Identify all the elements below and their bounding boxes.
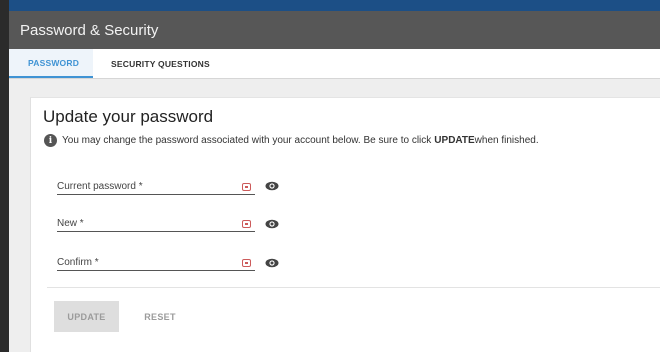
password-key-icon <box>242 183 251 191</box>
new-password-input[interactable] <box>57 218 227 229</box>
info-message: i You may change the password associated… <box>44 134 539 147</box>
window-left-edge <box>0 0 9 352</box>
current-password-input[interactable] <box>57 181 227 192</box>
page-header: Password & Security <box>9 11 660 49</box>
confirm-password-input[interactable] <box>57 257 227 268</box>
info-text-prefix: You may change the password associated w… <box>62 135 432 146</box>
card-title: Update your password <box>43 107 214 126</box>
info-text-suffix: when finished. <box>474 135 539 146</box>
eye-icon[interactable] <box>265 181 279 191</box>
window-top-edge <box>0 0 660 11</box>
current-password-field <box>57 174 255 195</box>
tab-password-label: PASSWORD <box>28 57 80 68</box>
page-title: Password & Security <box>20 21 159 39</box>
tab-password[interactable]: PASSWORD <box>9 49 94 78</box>
tab-bar: PASSWORD SECURITY QUESTIONS <box>9 49 660 79</box>
confirm-password-field <box>57 250 255 271</box>
reset-button[interactable]: RESET <box>138 301 182 332</box>
info-icon: i <box>44 134 57 147</box>
divider <box>47 287 660 288</box>
new-password-field <box>57 211 255 232</box>
info-text-bold: UPDATE <box>434 135 475 146</box>
update-button[interactable]: UPDATE <box>54 301 119 332</box>
eye-icon[interactable] <box>265 219 279 229</box>
eye-icon[interactable] <box>265 258 279 268</box>
password-key-icon <box>242 259 251 267</box>
password-key-icon <box>242 220 251 228</box>
tab-security-questions[interactable]: SECURITY QUESTIONS <box>93 49 224 78</box>
tab-security-questions-label: SECURITY QUESTIONS <box>111 58 210 69</box>
